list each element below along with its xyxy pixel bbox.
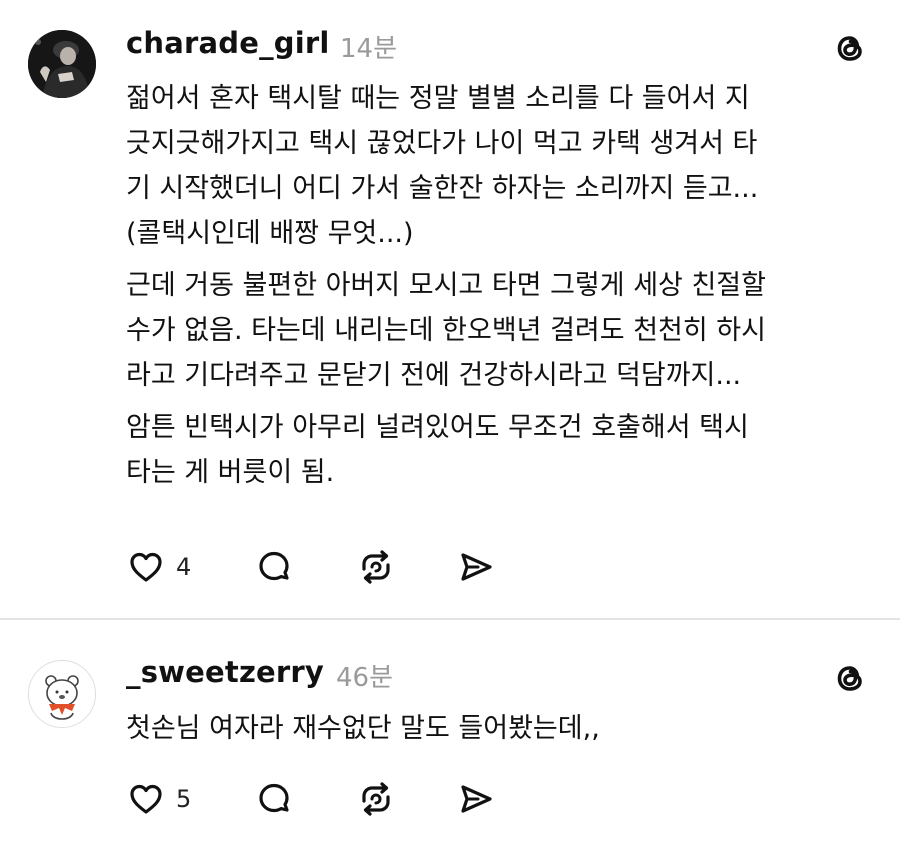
text-line: 암튼 빈택시가 아무리 널려있어도 무조건 호출해서 택시 bbox=[126, 412, 749, 443]
text-line: 타는 게 버릇이 됨. bbox=[126, 457, 335, 488]
send-icon bbox=[461, 553, 492, 581]
username[interactable]: _sweetzerry bbox=[126, 655, 324, 689]
text-line: (콜택시인데 배짱 무엇...) bbox=[126, 218, 414, 249]
paragraph: 암튼 빈택시가 아무리 널려있어도 무조건 호출해서 택시 타는 게 버릇이 됨… bbox=[126, 405, 866, 495]
heart-icon bbox=[130, 784, 162, 814]
comment-button[interactable] bbox=[254, 777, 294, 821]
like-button[interactable]: 4 bbox=[126, 545, 191, 589]
thread-post: charade_girl 14분 젊어서 혼자 택시탈 때는 정말 별별 소리를… bbox=[0, 0, 900, 618]
comment-bubble-icon bbox=[259, 551, 289, 581]
user-photo-avatar-icon bbox=[28, 30, 96, 98]
text-line: 기 시작했더니 어디 가서 술한잔 하자는 소리까지 듣고... bbox=[126, 173, 759, 204]
repost-icon bbox=[362, 782, 390, 816]
threads-logo-icon[interactable] bbox=[830, 28, 870, 68]
like-count: 4 bbox=[176, 553, 192, 581]
like-count: 5 bbox=[176, 785, 192, 813]
post-timestamp: 46분 bbox=[336, 663, 394, 693]
comment-button[interactable] bbox=[254, 545, 294, 589]
text-line: 첫손님 여자라 재수없단 말도 들어봤는데,, bbox=[126, 713, 600, 744]
post-body: 젊어서 혼자 택시탈 때는 정말 별별 소리를 다 들어서 지 긋지긋해가지고 … bbox=[126, 76, 866, 502]
share-button[interactable] bbox=[456, 545, 496, 589]
text-line: 근데 거동 불편한 아버지 모시고 타면 그렇게 세상 친절할 bbox=[126, 270, 766, 301]
heart-icon bbox=[130, 552, 162, 582]
repost-button[interactable] bbox=[356, 545, 396, 589]
username[interactable]: charade_girl bbox=[126, 26, 330, 60]
paragraph: 젊어서 혼자 택시탈 때는 정말 별별 소리를 다 들어서 지 긋지긋해가지고 … bbox=[126, 76, 866, 256]
text-line: 젊어서 혼자 택시탈 때는 정말 별별 소리를 다 들어서 지 bbox=[126, 83, 750, 114]
paragraph: 첫손님 여자라 재수없단 말도 들어봤는데,, bbox=[126, 706, 866, 751]
avatar[interactable] bbox=[28, 660, 96, 728]
avatar[interactable] bbox=[28, 30, 96, 98]
share-button[interactable] bbox=[456, 777, 496, 821]
comment-bubble-icon bbox=[259, 783, 289, 813]
repost-button[interactable] bbox=[356, 777, 396, 821]
send-icon bbox=[461, 785, 492, 813]
thread-post: _sweetzerry 46분 첫손님 여자라 재수없단 말도 들어봤는데,, … bbox=[0, 620, 900, 843]
text-line: 라고 기다려주고 문닫기 전에 건강하시라고 덕담까지... bbox=[126, 360, 742, 391]
cartoon-bear-avatar-icon bbox=[29, 661, 95, 727]
paragraph: 근데 거동 불편한 아버지 모시고 타면 그렇게 세상 친절할 수가 없음. 타… bbox=[126, 263, 866, 398]
text-line: 수가 없음. 타는데 내리는데 한오백년 걸려도 천천히 하시 bbox=[126, 315, 766, 346]
threads-logo-icon[interactable] bbox=[830, 658, 870, 698]
text-line: 긋지긋해가지고 택시 끊었다가 나이 먹고 카택 생겨서 타 bbox=[126, 128, 758, 159]
like-button[interactable]: 5 bbox=[126, 777, 191, 821]
post-body: 첫손님 여자라 재수없단 말도 들어봤는데,, bbox=[126, 706, 866, 758]
repost-icon bbox=[362, 550, 390, 584]
post-timestamp: 14분 bbox=[340, 34, 398, 64]
